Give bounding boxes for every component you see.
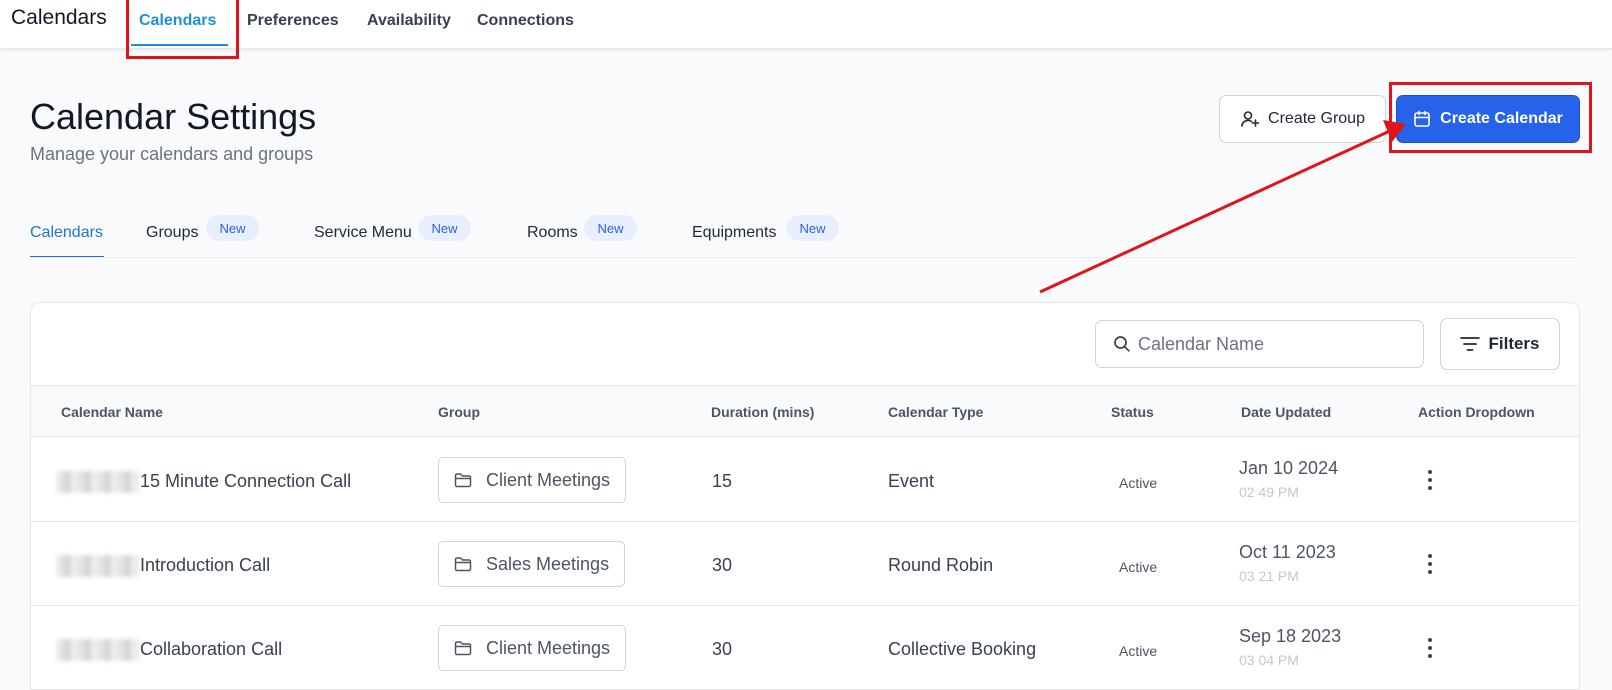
col-action-dropdown: Action Dropdown (1418, 404, 1535, 420)
duration: 30 (712, 555, 733, 575)
app-title: Calendars (11, 6, 107, 29)
new-badge: New (786, 215, 839, 241)
new-badge: New (418, 215, 471, 241)
tab-calendars[interactable]: Calendars (30, 224, 103, 242)
topnav-calendars[interactable]: Calendars (139, 12, 216, 30)
col-calendar-type[interactable]: Calendar Type (888, 404, 983, 420)
col-duration[interactable]: Duration (mins) (711, 404, 814, 420)
new-badge: New (206, 215, 259, 241)
topnav-active-underline (131, 44, 228, 46)
calendar-name[interactable]: 15 Minute Connection Call (140, 471, 351, 492)
create-group-label: Create Group (1268, 110, 1365, 127)
topnav-preferences[interactable]: Preferences (247, 12, 339, 30)
kebab-menu-icon[interactable] (1420, 635, 1440, 661)
search-box[interactable] (1095, 320, 1424, 368)
date-updated: Jan 10 2024 (1239, 458, 1339, 478)
calendar-type: Round Robin (888, 555, 994, 575)
col-calendar-name[interactable]: Calendar Name (61, 404, 163, 420)
tabs-divider (30, 257, 1580, 258)
table-row[interactable]: Collaboration Call Client Meetings 30 Co… (31, 606, 1579, 690)
create-calendar-label: Create Calendar (1440, 110, 1563, 127)
status-text: Active (1119, 475, 1158, 491)
folder-icon (454, 473, 472, 488)
create-calendar-button[interactable]: Create Calendar (1396, 95, 1580, 143)
kebab-menu-icon[interactable] (1420, 467, 1440, 493)
tab-service-menu[interactable]: Service Menu (314, 224, 412, 242)
duration: 30 (712, 639, 733, 659)
topnav-availability[interactable]: Availability (367, 12, 451, 30)
create-group-button[interactable]: Create Group (1219, 95, 1386, 143)
redacted-image (57, 639, 139, 661)
col-group[interactable]: Group (438, 404, 480, 420)
top-navigation-bar: Calendars Calendars Preferences Availabi… (0, 0, 1612, 49)
date-updated: Oct 11 2023 (1239, 542, 1336, 562)
calendar-name[interactable]: Introduction Call (140, 555, 270, 576)
group-label: Sales Meetings (486, 553, 610, 574)
filters-label: Filters (1488, 334, 1540, 353)
user-plus-icon (1241, 111, 1260, 127)
group-chip[interactable]: Sales Meetings (438, 541, 626, 587)
tab-rooms[interactable]: Rooms (527, 224, 578, 242)
filters-button[interactable]: Filters (1440, 318, 1560, 370)
group-chip[interactable]: Client Meetings (438, 625, 627, 671)
topnav-connections[interactable]: Connections (477, 12, 574, 30)
table-row[interactable]: 15 Minute Connection Call Client Meeting… (31, 438, 1579, 522)
group-label: Client Meetings (486, 637, 611, 658)
search-input[interactable] (1138, 333, 1408, 355)
filter-icon (1460, 337, 1481, 351)
tab-groups[interactable]: Groups (146, 224, 198, 242)
time-updated: 03 04 PM (1239, 652, 1299, 668)
redacted-image (57, 471, 139, 493)
folder-icon (454, 641, 472, 656)
page-title: Calendar Settings (30, 96, 317, 137)
status-text: Active (1119, 559, 1158, 575)
calendar-type: Event (888, 471, 935, 491)
group-label: Client Meetings (486, 469, 611, 490)
group-chip[interactable]: Client Meetings (438, 457, 627, 503)
status-text: Active (1119, 643, 1158, 659)
new-badge: New (584, 215, 637, 241)
table-row[interactable]: Introduction Call Sales Meetings 30 Roun… (31, 522, 1579, 606)
duration: 15 (712, 471, 733, 491)
date-updated: Sep 18 2023 (1239, 626, 1342, 646)
kebab-menu-icon[interactable] (1420, 551, 1440, 577)
col-status[interactable]: Status (1111, 404, 1154, 420)
table-header: Calendar Name Group Duration (mins) Cale… (31, 385, 1579, 437)
calendar-name[interactable]: Collaboration Call (140, 639, 282, 660)
page-subtitle: Manage your calendars and groups (30, 144, 314, 164)
col-date-updated[interactable]: Date Updated (1241, 404, 1331, 420)
calendar-type: Collective Booking (888, 639, 1037, 659)
time-updated: 03 21 PM (1239, 568, 1299, 584)
search-icon (1114, 336, 1130, 352)
calendar-icon (1414, 110, 1430, 127)
folder-icon (454, 557, 472, 572)
tab-equipments[interactable]: Equipments (692, 224, 777, 242)
time-updated: 02 49 PM (1239, 484, 1299, 500)
redacted-image (57, 555, 139, 577)
